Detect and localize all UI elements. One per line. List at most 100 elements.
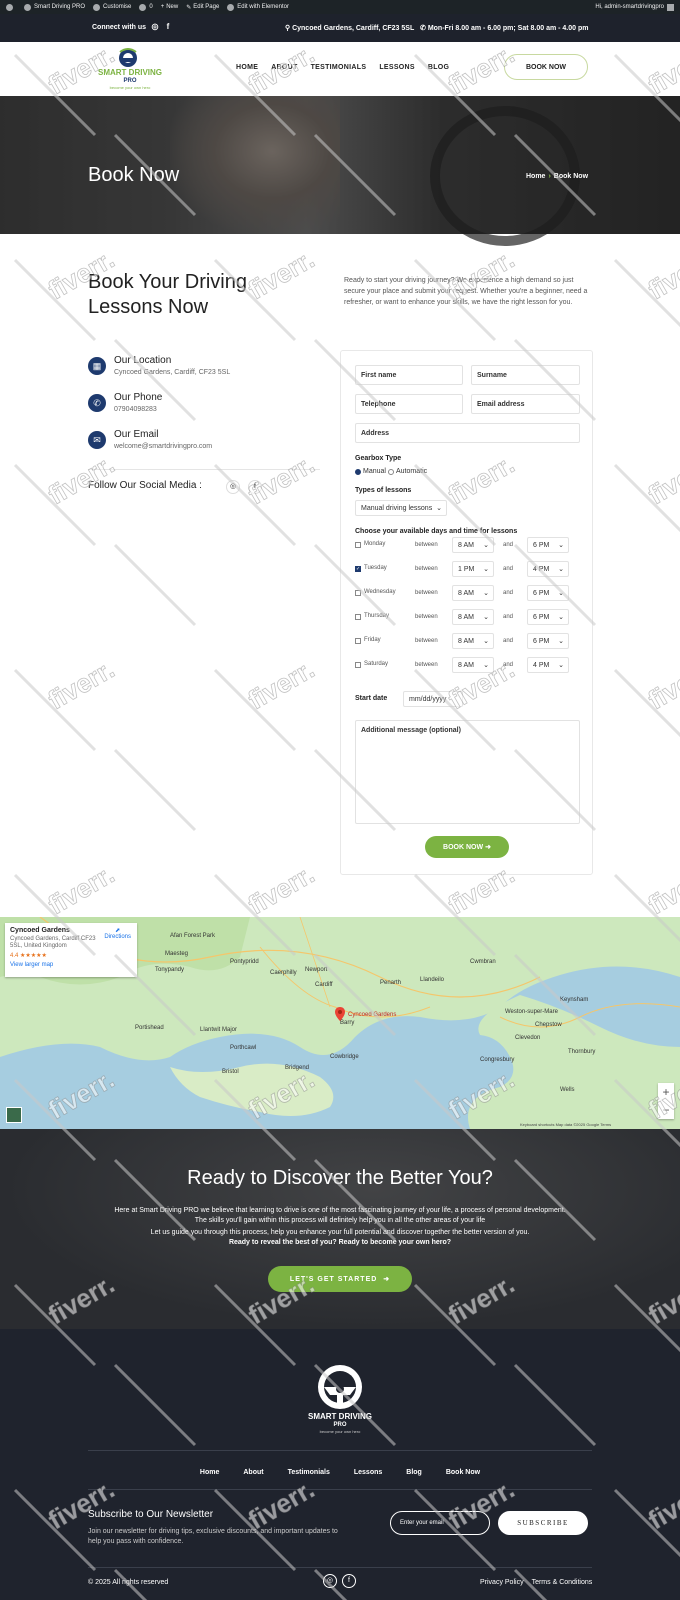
breadcrumb: Home › Book Now <box>526 173 588 180</box>
and-label: and <box>503 542 514 548</box>
nav-about[interactable]: ABOUT <box>271 64 297 71</box>
wp-logo-icon[interactable] <box>6 3 16 11</box>
lesson-type-label: Types of lessons <box>355 487 412 494</box>
newsletter-title: Subscribe to Our Newsletter <box>88 1509 214 1520</box>
nav-testimonials[interactable]: TESTIMONIALS <box>311 64 367 71</box>
between-label: between <box>415 638 438 644</box>
day-checkbox[interactable] <box>355 590 361 596</box>
day-checkbox[interactable]: ✓ <box>355 566 361 572</box>
time-from-select[interactable]: 8 AM ⌄ <box>452 537 494 553</box>
day-checkbox[interactable] <box>355 614 361 620</box>
instagram-icon[interactable]: ◎ <box>323 1574 337 1588</box>
lesson-type-select[interactable]: Manual driving lessons ⌄ <box>355 500 447 516</box>
telephone-field[interactable]: Telephone <box>355 394 463 414</box>
time-to-select[interactable]: 6 PM ⌄ <box>527 585 569 601</box>
chevron-down-icon: ⌄ <box>558 566 564 573</box>
gearbox-automatic-radio[interactable]: Automatic <box>388 468 427 475</box>
time-from-select[interactable]: 1 PM ⌄ <box>452 561 494 577</box>
footer-nav-home[interactable]: Home <box>200 1469 219 1476</box>
book-now-submit-button[interactable]: BOOK NOW ➜ <box>425 836 509 858</box>
address-field[interactable]: Address <box>355 423 580 443</box>
breadcrumb-home[interactable]: Home <box>526 173 545 180</box>
email-field[interactable]: Email address <box>471 394 580 414</box>
nav-lessons[interactable]: LESSONS <box>379 64 415 71</box>
and-label: and <box>503 590 514 596</box>
admin-account[interactable]: Hi, admin-smartdrivingpro <box>595 3 674 11</box>
day-checkbox[interactable] <box>355 662 361 668</box>
footer-nav-lessons[interactable]: Lessons <box>354 1469 382 1476</box>
avatar <box>667 3 674 11</box>
instagram-icon[interactable]: ◎ <box>226 480 240 494</box>
map-layer-toggle[interactable] <box>6 1107 22 1123</box>
site-logo[interactable]: SMART DRIVING PRO become your own hero <box>90 46 170 92</box>
nav-blog[interactable]: BLOG <box>428 64 449 71</box>
admin-customise[interactable]: Customise <box>93 3 131 11</box>
admin-edit-elementor[interactable]: Edit with Elementor <box>227 3 289 11</box>
directions-button[interactable]: ⬈ Directions <box>104 927 131 940</box>
chevron-down-icon: ⌄ <box>558 662 564 669</box>
facebook-icon[interactable]: f <box>342 1574 356 1588</box>
header-book-now-button[interactable]: BOOK NOW <box>504 54 588 80</box>
divider <box>88 1489 592 1490</box>
terms-link[interactable]: Terms & Conditions <box>532 1579 593 1586</box>
day-label: Monday <box>364 541 386 547</box>
map-place-label: Bristol <box>222 1069 239 1075</box>
instagram-icon[interactable]: ◎ <box>150 22 160 32</box>
view-larger-map-link[interactable]: View larger map <box>10 962 132 968</box>
gearbox-label: Gearbox Type <box>355 455 402 462</box>
time-from-select[interactable]: 8 AM ⌄ <box>452 609 494 625</box>
facebook-icon[interactable]: f <box>248 480 262 494</box>
chevron-down-icon: ⌄ <box>558 638 564 645</box>
watermark-line <box>113 748 197 832</box>
message-textarea[interactable]: Additional message (optional) <box>355 720 580 824</box>
start-date-input[interactable]: mm/dd/yyyy <box>403 691 463 707</box>
time-from-select[interactable]: 8 AM ⌄ <box>452 585 494 601</box>
chevron-down-icon: ⌄ <box>436 505 442 512</box>
watermark-text: fiverr. <box>643 859 680 920</box>
first-name-field[interactable]: First name <box>355 365 463 385</box>
comment-icon <box>139 3 147 11</box>
newsletter-email-input[interactable]: Enter your email <box>390 1511 490 1535</box>
footer-logo[interactable]: SMART DRIVING PRO become your own hero <box>300 1363 380 1435</box>
admin-comments[interactable]: 0 <box>139 3 153 11</box>
subscribe-button[interactable]: SUBSCRIBE <box>498 1511 588 1535</box>
cta-paragraph-3: Ready to reveal the best of you? Ready t… <box>228 1239 452 1246</box>
google-map[interactable]: Cyncoed Gardens Cyncoed Gardens, Cardiff… <box>0 917 680 1129</box>
map-pin-icon[interactable] <box>335 1007 345 1021</box>
time-from-select[interactable]: 8 AM ⌄ <box>452 657 494 673</box>
page-title: Book Now <box>88 164 180 186</box>
time-to-select[interactable]: 4 PM ⌄ <box>527 561 569 577</box>
time-from-select[interactable]: 8 AM ⌄ <box>452 633 494 649</box>
zoom-out-button[interactable]: − <box>658 1101 674 1119</box>
admin-site-name[interactable]: Smart Driving PRO <box>24 3 85 11</box>
day-checkbox[interactable] <box>355 542 361 548</box>
gearbox-manual-radio[interactable]: Manual <box>355 468 386 475</box>
map-place-label: Llandeilo <box>420 977 445 983</box>
admin-new[interactable]: + New <box>161 4 179 10</box>
watermark-line <box>213 463 297 547</box>
days-label: Choose your available days and time for … <box>355 528 518 535</box>
time-to-select[interactable]: 6 PM ⌄ <box>527 633 569 649</box>
facebook-icon[interactable]: f <box>163 22 173 32</box>
admin-edit-page[interactable]: ✎ Edit Page <box>186 4 219 11</box>
phone-icon: ✆ <box>420 25 428 32</box>
footer-nav-blog[interactable]: Blog <box>406 1469 422 1476</box>
time-to-select[interactable]: 6 PM ⌄ <box>527 609 569 625</box>
time-to-select[interactable]: 4 PM ⌄ <box>527 657 569 673</box>
lets-get-started-button[interactable]: LET'S GET STARTED ➜ <box>268 1266 412 1292</box>
watermark-text: fiverr. <box>243 859 319 920</box>
day-checkbox[interactable] <box>355 638 361 644</box>
surname-field[interactable]: Surname <box>471 365 580 385</box>
zoom-in-button[interactable]: + <box>658 1083 674 1101</box>
watermark-text: fiverr. <box>643 654 680 715</box>
footer-nav-about[interactable]: About <box>243 1469 263 1476</box>
chevron-down-icon: ⌄ <box>558 542 564 549</box>
steering-wheel-icon: SMART DRIVING PRO become your own hero <box>308 1365 372 1434</box>
footer-nav-testimonials[interactable]: Testimonials <box>288 1469 330 1476</box>
day-row: Wednesday between 8 AM ⌄ and 6 PM ⌄ <box>355 585 580 603</box>
nav-home[interactable]: HOME <box>236 64 258 71</box>
privacy-policy-link[interactable]: Privacy Policy <box>480 1579 524 1586</box>
footer-nav-book-now[interactable]: Book Now <box>446 1469 480 1476</box>
map-place-label: Afan Forest Park <box>170 933 216 939</box>
time-to-select[interactable]: 6 PM ⌄ <box>527 537 569 553</box>
